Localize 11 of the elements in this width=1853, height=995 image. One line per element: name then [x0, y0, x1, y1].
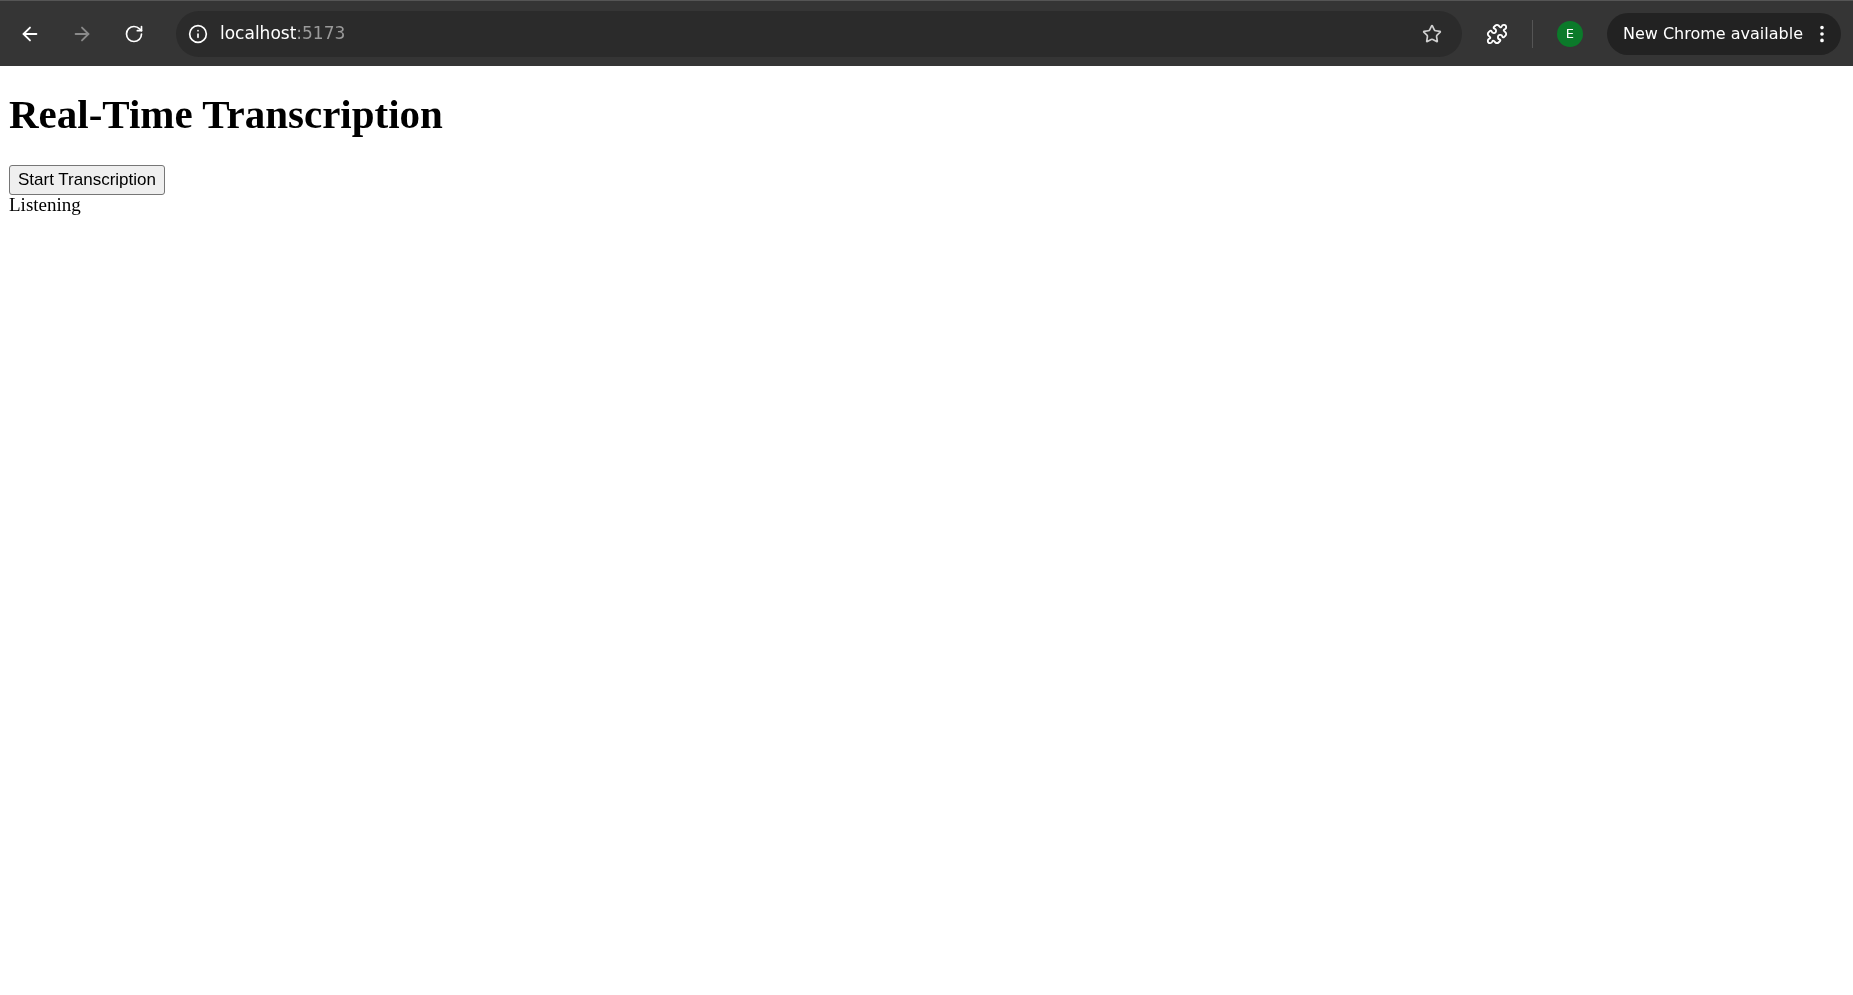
address-bar[interactable]: localhost:5173: [176, 10, 1462, 57]
bookmark-star-icon[interactable]: [1421, 23, 1442, 44]
reload-icon[interactable]: [124, 23, 144, 44]
status-text: Listening: [9, 194, 82, 216]
update-chip[interactable]: New Chrome available: [1606, 12, 1841, 55]
url-text: localhost:5173: [220, 21, 346, 45]
start-transcription-button[interactable]: Start Transcription: [9, 165, 165, 195]
page-heading: Real-Time Transcription: [9, 91, 444, 139]
profile-avatar[interactable]: E: [1556, 20, 1583, 47]
update-chip-label: New Chrome available: [1622, 22, 1803, 45]
info-icon[interactable]: [188, 23, 208, 44]
